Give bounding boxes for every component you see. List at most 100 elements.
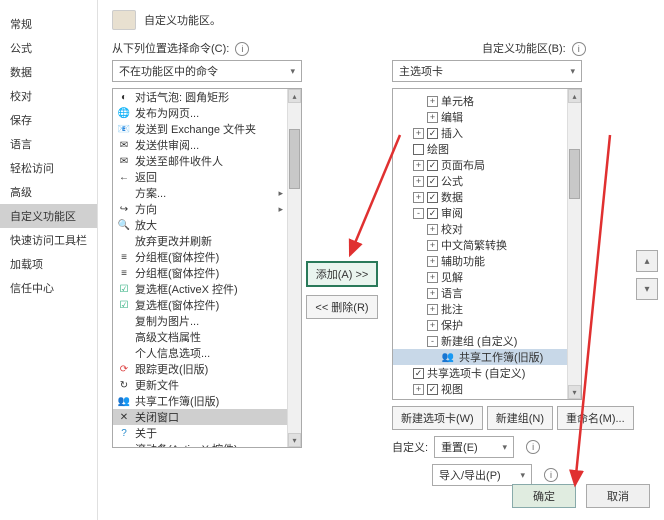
tree-node[interactable]: +见解 [393,269,581,285]
nav-item[interactable]: 数据 [0,60,97,84]
nav-item[interactable]: 高级 [0,180,97,204]
nav-item[interactable]: 轻松访问 [0,156,97,180]
tree-node[interactable]: -✓审阅 [393,205,581,221]
tree-node[interactable]: 👥共享工作簿(旧版) [393,349,581,365]
checkbox[interactable]: ✓ [427,160,438,171]
list-item[interactable]: 放弃更改并刷新 [113,233,301,249]
expand-icon[interactable]: + [413,128,424,139]
list-item[interactable]: 📧发送到 Exchange 文件夹 [113,121,301,137]
move-down-button[interactable]: ▾ [636,278,658,300]
ribbon-tree[interactable]: +单元格+编辑+✓插入绘图+✓页面布局+✓公式+✓数据-✓审阅+校对+中文简繁转… [392,88,582,400]
expand-icon[interactable]: + [427,112,438,123]
list-item[interactable]: ☑复选框(窗体控件) [113,297,301,313]
list-item[interactable]: 高级文档属性 [113,329,301,345]
tree-node[interactable]: +保护 [393,317,581,333]
expand-icon[interactable]: + [413,400,424,401]
checkbox[interactable]: ✓ [413,368,424,379]
nav-item[interactable]: 常规 [0,12,97,36]
list-item[interactable]: 复制为图片... [113,313,301,329]
list-item[interactable]: ≡分组框(窗体控件) [113,249,301,265]
info-icon[interactable]: i [526,440,540,454]
list-item[interactable]: ≡分组框(窗体控件) [113,265,301,281]
ok-button[interactable]: 确定 [512,484,576,508]
collapse-icon[interactable]: - [427,336,438,347]
list-item[interactable]: ✉发送供审阅... [113,137,301,153]
checkbox[interactable]: ✓ [427,192,438,203]
expand-icon[interactable]: + [413,384,424,395]
checkbox[interactable]: ✓ [427,208,438,219]
tree-node[interactable]: +✓视图 [393,381,581,397]
commands-list[interactable]: ◐对话气泡: 圆角矩形🌐发布为网页...📧发送到 Exchange 文件夹✉发送… [112,88,302,448]
nav-item[interactable]: 保存 [0,108,97,132]
tree-node[interactable]: -新建组 (自定义) [393,333,581,349]
list-item[interactable]: ✉发送至邮件收件人 [113,153,301,169]
tree-node[interactable]: +编辑 [393,109,581,125]
scroll-down-icon[interactable]: ▾ [568,385,581,399]
list-item[interactable]: ☑复选框(ActiveX 控件) [113,281,301,297]
tree-node[interactable]: +✓开发工具 [393,397,581,400]
list-item[interactable]: ?关于 [113,425,301,441]
customize-ribbon-dropdown[interactable]: 主选项卡▾ [392,60,582,82]
scroll-up-icon[interactable]: ▴ [568,89,581,103]
reset-dropdown[interactable]: 重置(E)▾ [434,436,514,458]
move-up-button[interactable]: ▴ [636,250,658,272]
nav-item[interactable]: 语言 [0,132,97,156]
info-icon[interactable]: i [235,42,249,56]
expand-icon[interactable]: + [427,288,438,299]
list-item[interactable]: 方案...▸ [113,185,301,201]
cancel-button[interactable]: 取消 [586,484,650,508]
nav-item[interactable]: 信任中心 [0,276,97,300]
checkbox[interactable]: ✓ [427,128,438,139]
nav-item[interactable]: 加载项 [0,252,97,276]
new-group-button[interactable]: 新建组(N) [487,406,553,430]
checkbox[interactable]: ✓ [427,400,438,401]
expand-icon[interactable]: + [413,160,424,171]
tree-node[interactable]: +语言 [393,285,581,301]
expand-icon[interactable]: + [427,96,438,107]
remove-button[interactable]: << 删除(R) [306,295,377,319]
expand-icon[interactable]: + [427,320,438,331]
tree-node[interactable]: +中文简繁转换 [393,237,581,253]
nav-item[interactable]: 自定义功能区 [0,204,97,228]
tree-node[interactable]: +辅助功能 [393,253,581,269]
list-item[interactable]: 🔍放大 [113,217,301,233]
new-tab-button[interactable]: 新建选项卡(W) [392,406,483,430]
tree-node[interactable]: +✓公式 [393,173,581,189]
info-icon[interactable]: i [572,42,586,56]
expand-icon[interactable]: + [413,176,424,187]
add-button[interactable]: 添加(A) >> [306,261,379,287]
info-icon[interactable]: i [544,468,558,482]
scrollbar[interactable]: ▴ ▾ [287,89,301,447]
list-item[interactable]: 🌐发布为网页... [113,105,301,121]
scrollbar[interactable]: ▴ ▾ [567,89,581,399]
list-item[interactable]: 滚动条(ActiveX 控件) [113,441,301,448]
list-item[interactable]: ◐对话气泡: 圆角矩形 [113,89,301,105]
checkbox[interactable]: ✓ [427,176,438,187]
expand-icon[interactable]: + [427,272,438,283]
scroll-thumb[interactable] [289,129,300,189]
expand-icon[interactable]: + [427,304,438,315]
expand-icon[interactable]: + [427,224,438,235]
checkbox[interactable] [413,144,424,155]
list-item[interactable]: ✕关闭窗口 [113,409,301,425]
expand-icon[interactable]: + [427,240,438,251]
checkbox[interactable]: ✓ [427,384,438,395]
list-item[interactable]: 👥共享工作簿(旧版) [113,393,301,409]
tree-node[interactable]: +✓数据 [393,189,581,205]
tree-node[interactable]: +批注 [393,301,581,317]
choose-commands-dropdown[interactable]: 不在功能区中的命令▾ [112,60,302,82]
nav-item[interactable]: 公式 [0,36,97,60]
list-item[interactable]: ↪方向▸ [113,201,301,217]
list-item[interactable]: ↻更新文件 [113,377,301,393]
list-item[interactable]: ⟳跟踪更改(旧版) [113,361,301,377]
scroll-down-icon[interactable]: ▾ [288,433,301,447]
tree-node[interactable]: ✓共享选项卡 (自定义) [393,365,581,381]
collapse-icon[interactable]: - [413,208,424,219]
list-item[interactable]: 个人信息选项... [113,345,301,361]
scroll-up-icon[interactable]: ▴ [288,89,301,103]
rename-button[interactable]: 重命名(M)... [557,406,634,430]
tree-node[interactable]: +✓页面布局 [393,157,581,173]
nav-item[interactable]: 快速访问工具栏 [0,228,97,252]
nav-item[interactable]: 校对 [0,84,97,108]
tree-node[interactable]: +✓插入 [393,125,581,141]
